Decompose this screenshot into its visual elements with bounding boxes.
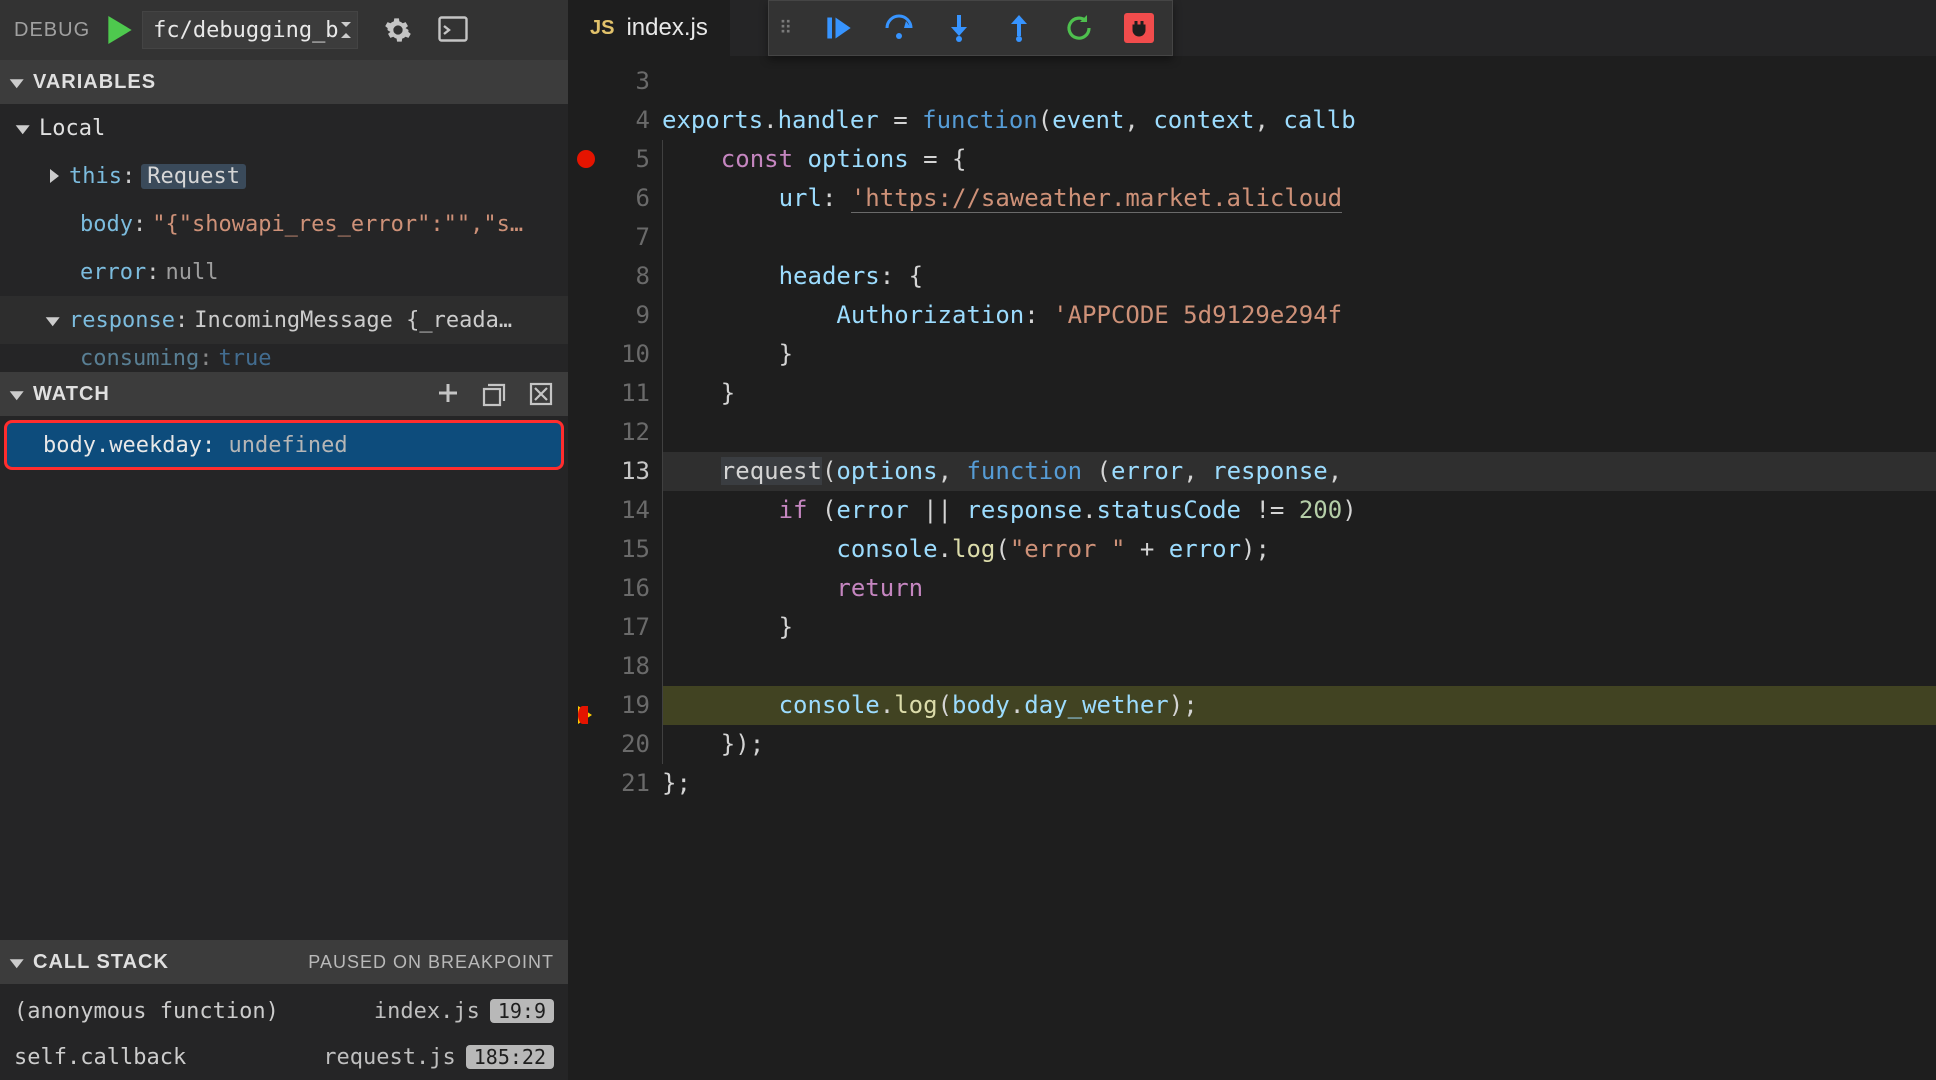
callstack-section-header[interactable]: CALL STACK PAUSED ON BREAKPOINT bbox=[0, 940, 568, 984]
stack-frame[interactable]: self.callback request.js 185:22 bbox=[0, 1034, 568, 1080]
debug-config-dropdown[interactable]: fc/debugging_b bbox=[142, 11, 357, 49]
watch-expression: body.weekday bbox=[43, 433, 202, 458]
chevron-down-icon bbox=[10, 959, 24, 968]
js-file-icon: JS bbox=[590, 17, 614, 40]
debug-toolbar[interactable]: ⠿ bbox=[768, 0, 1173, 56]
line-number-gutter: 3456789101112131415161718192021 bbox=[604, 56, 662, 1080]
debug-config-value: fc/debugging_b bbox=[153, 18, 338, 43]
callstack-list: (anonymous function) index.js 19:9 self.… bbox=[0, 984, 568, 1080]
step-over-icon[interactable] bbox=[884, 13, 914, 43]
debug-title: DEBUG bbox=[14, 19, 90, 42]
scope-label: Local bbox=[39, 116, 105, 141]
variables-scope-local[interactable]: Local bbox=[0, 104, 568, 152]
debug-console-icon[interactable] bbox=[438, 16, 466, 44]
disconnect-icon[interactable] bbox=[1124, 13, 1154, 43]
step-into-icon[interactable] bbox=[944, 13, 974, 43]
watch-value: undefined bbox=[228, 433, 347, 458]
chevron-down-icon bbox=[10, 79, 24, 88]
editor-tab-indexjs[interactable]: JS index.js bbox=[568, 0, 730, 56]
continue-icon[interactable] bbox=[824, 13, 854, 43]
callstack-title: CALL STACK bbox=[33, 951, 169, 974]
chevron-down-icon bbox=[10, 391, 24, 400]
debug-sidebar: DEBUG fc/debugging_b VARIABLES Local thi… bbox=[0, 0, 568, 1080]
tab-filename: index.js bbox=[626, 14, 707, 42]
chevron-down-icon bbox=[16, 125, 30, 134]
variable-row[interactable]: body: "{"showapi_res_error":"","s… bbox=[0, 200, 568, 248]
editor-tabbar: JS index.js ⠿ bbox=[568, 0, 1936, 56]
gear-icon[interactable] bbox=[384, 16, 412, 44]
editor-pane: JS index.js ⠿ 3456 bbox=[568, 0, 1936, 1080]
code-editor[interactable]: 3456789101112131415161718192021 exports.… bbox=[568, 56, 1936, 1080]
collapse-all-icon[interactable] bbox=[482, 381, 508, 407]
restart-icon[interactable] bbox=[1064, 13, 1094, 43]
chevron-down-icon bbox=[46, 317, 60, 326]
chevron-right-icon bbox=[50, 169, 59, 183]
watch-list: body.weekday: undefined bbox=[0, 416, 568, 474]
clear-all-icon[interactable] bbox=[528, 381, 554, 407]
breakpoint-gutter[interactable] bbox=[568, 56, 604, 1080]
variables-tree: Local this: Request body: "{"showapi_res… bbox=[0, 104, 568, 372]
add-icon[interactable] bbox=[436, 381, 462, 407]
grip-icon[interactable]: ⠿ bbox=[779, 18, 794, 39]
watch-title: WATCH bbox=[33, 383, 110, 406]
variable-row[interactable]: response: IncomingMessage {_reada… bbox=[0, 296, 568, 344]
variables-title: VARIABLES bbox=[33, 71, 156, 94]
step-out-icon[interactable] bbox=[1004, 13, 1034, 43]
watch-item[interactable]: body.weekday: undefined bbox=[4, 420, 564, 470]
stack-frame[interactable]: (anonymous function) index.js 19:9 bbox=[0, 988, 568, 1034]
debug-header: DEBUG fc/debugging_b bbox=[0, 0, 568, 60]
paused-status: PAUSED ON BREAKPOINT bbox=[308, 952, 554, 973]
watch-section-header[interactable]: WATCH bbox=[0, 372, 568, 416]
variable-row[interactable]: this: Request bbox=[0, 152, 568, 200]
variables-section-header[interactable]: VARIABLES bbox=[0, 60, 568, 104]
variable-row[interactable]: consuming: true bbox=[0, 344, 568, 372]
sidebar-spacer bbox=[0, 474, 568, 940]
variable-row[interactable]: error: null bbox=[0, 248, 568, 296]
play-icon[interactable] bbox=[108, 16, 132, 44]
code-text[interactable]: exports.handler = function(event, contex… bbox=[662, 56, 1936, 1080]
